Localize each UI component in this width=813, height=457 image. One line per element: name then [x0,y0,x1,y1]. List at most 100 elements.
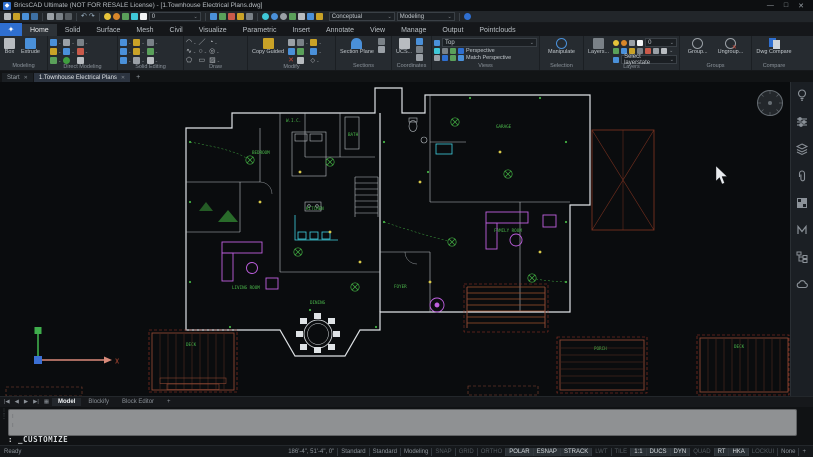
tab-mesh[interactable]: Mesh [128,24,161,36]
help-icon[interactable] [463,13,471,20]
section-plane-button[interactable]: Section Plane [338,37,376,57]
plot-icon[interactable] [47,13,54,20]
clipped-deck-fragments[interactable] [5,385,539,397]
ucs-entity-icon[interactable] [416,54,424,61]
floorplan-interior-walls[interactable] [186,95,570,312]
properties-toggle-icon[interactable] [306,13,314,20]
view-select[interactable]: Top ⌄ [442,38,537,47]
preview-icon[interactable] [56,13,63,20]
view-tool-icon[interactable] [450,48,456,54]
arc-button[interactable]: ◠ ⌄ [186,38,196,46]
dm-tool-button[interactable]: ⌄ [76,38,88,46]
line-button[interactable]: ／ [198,38,207,46]
panel-grip-icon[interactable]: ⋮ ⋮ [1,409,7,420]
offset-button[interactable]: ◇ ⌄ [310,56,321,64]
dm-tool-button[interactable]: ⌄ [63,47,75,55]
light-symbols[interactable] [258,150,542,284]
toggle-quad[interactable]: QUAD [690,447,715,456]
annotate-icon[interactable] [218,13,226,20]
porch-stairs-center[interactable] [463,283,549,333]
status-field-workspace[interactable]: Modeling [401,447,433,456]
close-tab-icon[interactable]: ✕ [121,75,125,81]
dwg-compare-button[interactable]: Dwg Compare [754,37,793,57]
spline-button[interactable]: ◎ ⌄ [209,47,220,55]
circle-button[interactable]: ○ ⌄ [198,47,207,55]
structure-panel-icon[interactable] [795,250,809,264]
ucs-world-icon[interactable] [416,38,424,45]
box-button[interactable]: Box [2,37,17,57]
view-tool-icon[interactable] [434,48,440,54]
rectangle-button[interactable]: ▭ [198,56,207,64]
layers-panel-icon[interactable] [795,142,809,156]
visual-style-icon[interactable] [270,13,278,20]
tab-manage[interactable]: Manage [393,24,434,36]
materials-icon[interactable] [288,13,296,20]
garage-roof-outline[interactable] [591,129,655,231]
close-tab-icon[interactable]: ✕ [24,75,28,81]
coordinates-readout[interactable]: 186'-4", 51'-4", 0" [285,447,339,456]
mechanical-browser-icon[interactable] [795,223,809,237]
se-tool-button[interactable]: ⌄ [120,38,131,46]
properties-icon[interactable] [795,115,809,129]
tab-annotate[interactable]: Annotate [318,24,362,36]
command-history[interactable]: ∶ ∶ [8,409,797,436]
next-layout-icon[interactable]: ▶ [22,399,30,405]
manipulate-button[interactable]: Manipulate [546,37,577,57]
camera-icon[interactable] [245,13,253,20]
copy-guided-button[interactable]: Copy Guided [250,37,286,57]
layer-color-icon[interactable] [637,39,644,46]
status-field-textstyle[interactable]: Standard [370,447,401,456]
dm-tool-button[interactable]: ⌄ [50,38,61,46]
match-perspective-button[interactable]: Match Perspective [466,55,511,61]
toggle-polar[interactable]: POLAR [506,447,534,456]
add-layout-button[interactable]: + [161,398,177,406]
ucs-face-icon[interactable] [416,46,424,53]
close-button[interactable]: ✕ [798,2,804,10]
erase-button[interactable]: ✕ [288,56,295,64]
trim-button[interactable]: ⌄ [310,38,322,46]
dm-tool-button[interactable] [76,56,88,64]
cloud-icon[interactable] [795,277,809,291]
undo-icon[interactable]: ↶ [81,13,87,21]
floorplan-walls[interactable] [185,87,591,357]
layout-tab-model[interactable]: Model [52,398,82,406]
ellipse-button[interactable]: ◔ ⌄ [209,38,220,46]
minimize-button[interactable]: — [767,2,774,10]
kitchen-counters[interactable] [294,143,453,241]
toggle-ducs[interactable]: DUCS [646,447,671,456]
toggle-scale[interactable]: 1:1 [631,447,647,456]
blocks-icon[interactable] [795,196,809,210]
se-tool-button[interactable]: ⌄ [133,38,145,46]
ungroup-button[interactable]: ✕ Ungroup... [716,37,746,57]
drawing-canvas[interactable]: BEDROOM BATH KITCHEN DINING LIVING ROOM … [0,82,790,397]
view-tool-icon[interactable] [434,55,440,61]
lightbulb-on-icon[interactable] [103,13,111,20]
toggle-ortho[interactable]: ORTHO [478,447,507,456]
render-style-combo[interactable]: Conceptual ⌄ [328,12,395,21]
view-tool-icon[interactable] [442,55,448,61]
toggle-rt[interactable]: RT [714,447,730,456]
view-tool-icon[interactable] [442,48,448,54]
polygon-button[interactable]: ⬠ [186,56,196,64]
layer-on-icon[interactable] [613,39,620,46]
color-swatch-icon[interactable] [139,13,147,20]
layout-list-icon[interactable]: ▦ [42,399,51,405]
tab-solid[interactable]: Solid [57,24,89,36]
toggle-lwt[interactable]: LWT [592,447,612,456]
circular-column-entity[interactable] [757,90,783,116]
layers-button[interactable]: Layers... [586,37,611,57]
tab-home[interactable]: Home [22,24,57,36]
tab-view[interactable]: View [362,24,393,36]
deck-bottom-left[interactable] [148,329,238,393]
redo-icon[interactable]: ↷ [89,13,95,21]
se-tool-button[interactable]: ⌄ [120,56,131,64]
tab-visualize[interactable]: Visualize [191,24,235,36]
se-tool-button[interactable]: ⌄ [146,56,158,64]
furniture[interactable] [221,211,557,313]
toggle-hka[interactable]: HKA [729,447,749,456]
ucs-button[interactable]: UCS... [394,37,414,57]
view-tool-icon[interactable] [450,55,456,61]
hatch-button[interactable]: ▨ ⌄ [209,56,220,64]
status-field-none[interactable]: None [778,447,800,456]
section-tool-icon[interactable] [377,38,385,45]
